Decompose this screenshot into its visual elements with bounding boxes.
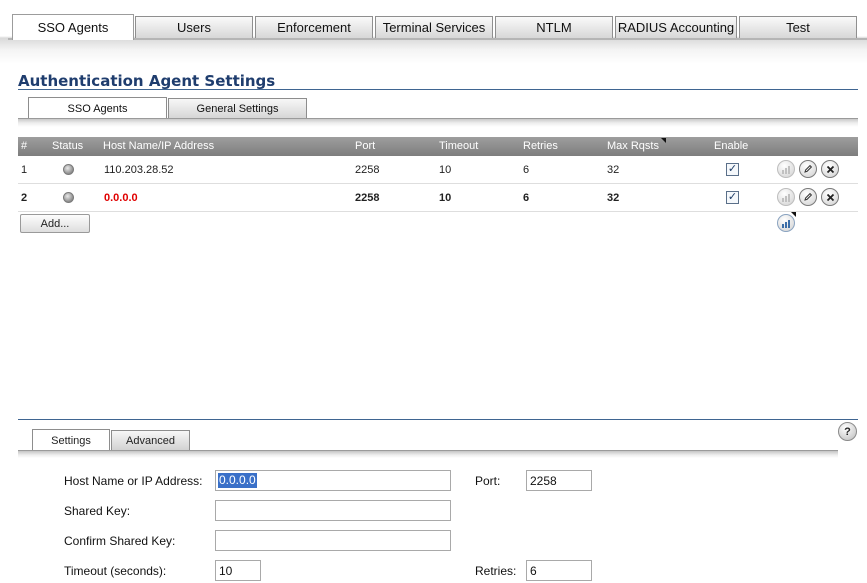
subtab-rule — [18, 118, 858, 127]
header-status[interactable]: Status — [52, 140, 83, 152]
shared-key-input[interactable] — [215, 500, 451, 521]
status-icon — [63, 164, 74, 175]
row-timeout: 10 — [439, 164, 452, 176]
menu-indicator-icon — [791, 212, 796, 217]
status-icon — [63, 192, 74, 203]
port-label: Port: — [475, 474, 501, 488]
tab-terminal-services[interactable]: Terminal Services — [375, 16, 493, 38]
page-title: Authentication Agent Settings — [18, 72, 276, 90]
row-host: 110.203.28.52 — [104, 164, 174, 176]
retries-label: Retries: — [475, 564, 517, 578]
row-timeout: 10 — [439, 192, 452, 204]
subtab-general-settings[interactable]: General Settings — [168, 98, 307, 118]
top-tab-bar-rule — [8, 38, 867, 40]
row-retries: 6 — [523, 192, 530, 204]
panel-tab-advanced[interactable]: Advanced — [111, 430, 190, 450]
timeout-input[interactable] — [215, 560, 261, 581]
bar-chart-icon[interactable] — [777, 188, 795, 206]
table-row: 1 110.203.28.52 2258 10 6 32 ✓ — [18, 156, 858, 184]
row-number: 2 — [21, 192, 28, 204]
panel-tab-settings[interactable]: Settings — [32, 429, 110, 451]
header-enable[interactable]: Enable — [714, 140, 748, 152]
header-retries[interactable]: Retries — [523, 140, 558, 152]
title-rule — [18, 89, 858, 90]
panel-tab-rule — [18, 450, 838, 458]
row-max-rqsts: 32 — [607, 192, 620, 204]
help-icon[interactable]: ? — [838, 422, 857, 441]
close-icon[interactable] — [821, 188, 839, 206]
add-agent-button[interactable]: Add... — [20, 214, 90, 233]
timeout-label: Timeout (seconds): — [64, 564, 167, 578]
host-label: Host Name or IP Address: — [64, 474, 203, 488]
enable-checkbox[interactable]: ✓ — [726, 163, 739, 176]
panel-rule — [18, 419, 858, 420]
table-header: # Status Host Name/IP Address Port Timeo… — [18, 137, 858, 156]
tab-ntlm[interactable]: NTLM — [495, 16, 613, 38]
header-host[interactable]: Host Name/IP Address — [103, 140, 214, 152]
header-num: # — [21, 140, 28, 152]
tab-sso-agents[interactable]: SSO Agents — [12, 14, 134, 40]
confirm-key-label: Confirm Shared Key: — [64, 534, 176, 548]
row-number: 1 — [21, 164, 28, 176]
host-input-selected-text: 0.0.0.0 — [218, 473, 257, 488]
header-port[interactable]: Port — [355, 140, 375, 152]
tab-test[interactable]: Test — [739, 16, 857, 38]
tab-enforcement[interactable]: Enforcement — [255, 16, 373, 38]
retries-input[interactable] — [526, 560, 592, 581]
row-port: 2258 — [355, 192, 380, 204]
tab-radius-accounting[interactable]: RADIUS Accounting — [615, 16, 737, 38]
subtab-sso-agents[interactable]: SSO Agents — [28, 97, 167, 119]
pencil-icon[interactable] — [799, 160, 817, 178]
confirm-key-input[interactable] — [215, 530, 451, 551]
bar-chart-icon[interactable] — [777, 160, 795, 178]
row-max-rqsts: 32 — [607, 164, 620, 176]
port-input[interactable] — [526, 470, 592, 491]
pencil-icon[interactable] — [799, 188, 817, 206]
tab-users[interactable]: Users — [135, 16, 253, 38]
header-timeout[interactable]: Timeout — [439, 140, 478, 152]
row-host: 0.0.0.0 — [104, 192, 138, 204]
enable-checkbox[interactable]: ✓ — [726, 191, 739, 204]
row-port: 2258 — [355, 164, 380, 176]
row-retries: 6 — [523, 164, 530, 176]
table-row: 2 0.0.0.0 2258 10 6 32 ✓ — [18, 184, 858, 212]
host-input[interactable]: 0.0.0.0 — [215, 470, 451, 491]
close-icon[interactable] — [821, 160, 839, 178]
shared-key-label: Shared Key: — [64, 504, 131, 518]
sort-indicator-icon — [661, 138, 666, 143]
header-max-rqsts[interactable]: Max Rqsts — [607, 140, 659, 152]
